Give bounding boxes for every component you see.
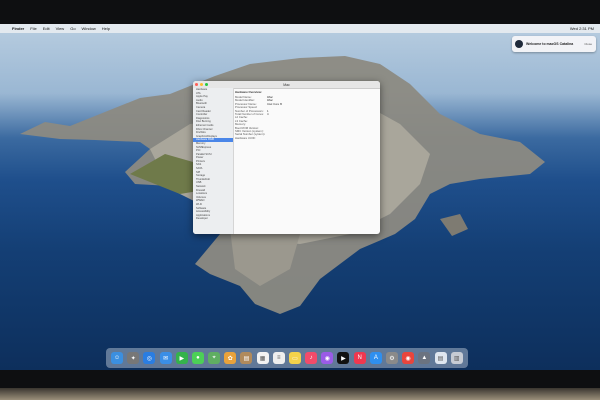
messages-icon[interactable]: ● [191, 352, 204, 364]
system-preferences-icon[interactable]: ⚙ [386, 352, 398, 364]
music-icon[interactable]: ♪ [305, 352, 318, 364]
info-row: Hardware UUID: [235, 135, 378, 140]
info-row [235, 162, 378, 165]
reminders-icon[interactable]: ≡ [272, 352, 285, 364]
sidebar: Hardware ATA Apple Pay Audio Bluetooth Camera… [193, 88, 234, 234]
system-information-icon[interactable]: ▲ [418, 352, 431, 364]
trash-icon[interactable]: ▥ [450, 352, 463, 364]
notification-title: Welcome to macOS Catalina [526, 41, 574, 46]
dock: ☺ ✦ ◎ ✉ ▶ ● ⌖ ✿ ▤ ▦ ≡ ▭ ♪ ◉ ▶ N A ⚙ ◉ ▲ ▤ ▥ [106, 348, 468, 368]
info-key [235, 162, 267, 165]
app-store-icon[interactable]: A [369, 352, 382, 364]
menu-finder[interactable]: Finder [12, 26, 24, 31]
overview-heading: Hardware Overview: [235, 90, 262, 94]
documents-icon[interactable]: ▤ [434, 352, 447, 364]
notes-icon[interactable]: ▭ [288, 352, 301, 364]
tv-icon[interactable]: ▶ [337, 352, 350, 364]
contacts-icon[interactable]: ▤ [240, 352, 253, 364]
safari-icon[interactable]: ◎ [143, 352, 156, 364]
system-information-window[interactable]: Mac Hardware ATA Apple Pay Audio Bluetooth Ca… [193, 81, 380, 234]
launchpad-icon[interactable]: ✦ [127, 352, 140, 364]
maps-icon[interactable]: ⌖ [208, 352, 221, 364]
sidebar-item[interactable]: Developer [193, 217, 233, 221]
photos-icon[interactable]: ✿ [224, 352, 237, 364]
notification-banner[interactable]: Welcome to macOS Catalina Close [512, 36, 596, 52]
mail-icon[interactable]: ✉ [159, 352, 172, 364]
facetime-icon[interactable]: ▶ [175, 352, 188, 364]
menu-bar: Finder File Edit View Go Window Help Wed… [0, 24, 600, 33]
podcasts-icon[interactable]: ◉ [321, 352, 334, 364]
chrome-icon[interactable]: ◉ [402, 352, 415, 364]
desktop-screen: Finder File Edit View Go Window Help Wed… [0, 24, 600, 370]
info-key: Hardware UUID: [235, 135, 256, 140]
menu-edit[interactable]: Edit [43, 26, 50, 31]
finder-icon[interactable]: ☺ [111, 352, 124, 364]
menu-help[interactable]: Help [102, 26, 110, 31]
news-icon[interactable]: N [353, 352, 366, 364]
menu-clock[interactable]: Wed 2:31 PM [570, 26, 594, 31]
catalina-icon [515, 40, 523, 48]
menu-view[interactable]: View [56, 26, 65, 31]
calendar-icon[interactable]: ▦ [256, 352, 269, 364]
info-value: 4 [267, 111, 269, 116]
hardware-overview: Hardware Overview: Model Name: iMac Model … [235, 90, 378, 166]
menu-go[interactable]: Go [70, 26, 75, 31]
monitor-stand [0, 388, 600, 400]
menu-file[interactable]: File [30, 26, 36, 31]
notification-close-button[interactable]: Close [584, 42, 592, 46]
menu-window[interactable]: Window [82, 26, 96, 31]
info-value: Intel Core i5 [267, 101, 283, 106]
window-title: Mac [283, 82, 290, 87]
